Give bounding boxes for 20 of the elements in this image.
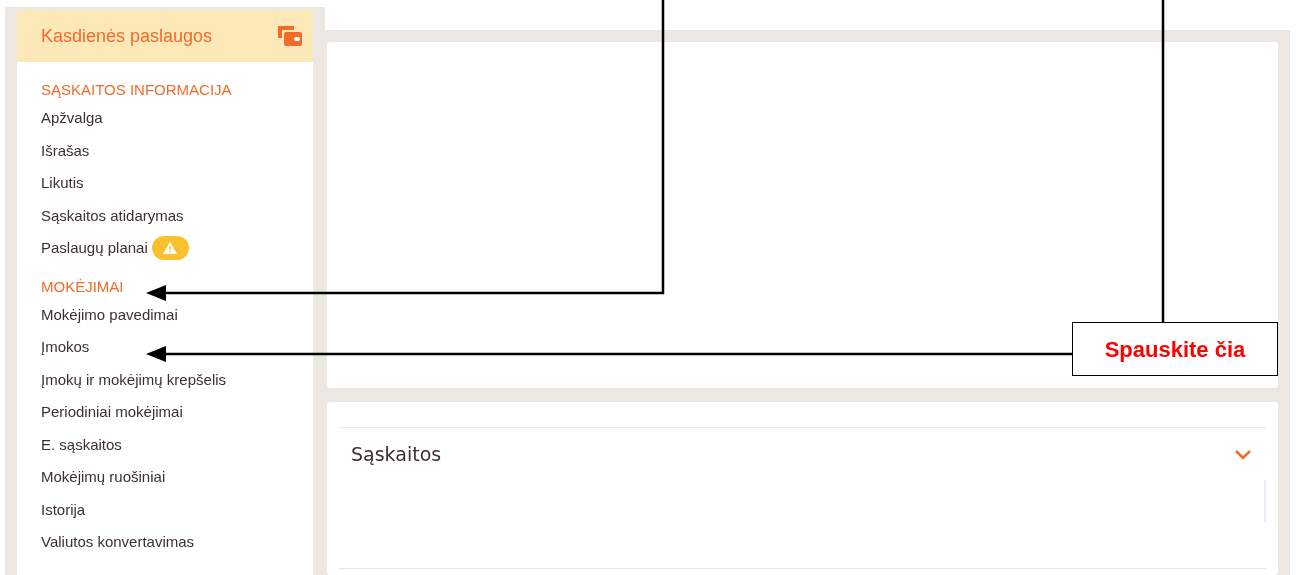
menu-link[interactable]: Sąskaitos atidarymas [41,204,184,227]
menu-link[interactable]: Mokėjimo pavedimai [41,303,178,326]
section-heading: MOKĖJIMAI [41,276,125,297]
menu-link[interactable]: Įmokų ir mokėjimų krepšelis [41,368,227,391]
menu-link[interactable]: E. sąskaitos [41,433,122,456]
accordion-title: Sąskaitos [351,441,442,467]
callout-text: Spauskite čia [1104,335,1246,364]
menu-link[interactable]: Įmokos [41,336,90,359]
menu-link[interactable]: Likutis [41,172,84,195]
menu-link[interactable]: Periodiniai mokėjimai [41,401,183,424]
menu-link[interactable]: Istorija [41,498,86,521]
section-heading: SĄSKAITOS INFORMACIJA [41,80,233,100]
menu-link[interactable]: Išrašas [41,139,90,162]
menu-link[interactable]: Mokėjimų ruošiniai [41,466,166,489]
menu-link[interactable]: Valiutos konvertavimas [41,531,195,554]
menu-link[interactable]: Apžvalga [41,107,103,130]
accordion-header[interactable]: Sąskaitos [339,428,1266,480]
menu-link[interactable]: Paslaugų planai [41,237,148,260]
wallet-icon [277,25,303,47]
sidebar-header-title: Kasdienės paslaugos [41,24,213,48]
